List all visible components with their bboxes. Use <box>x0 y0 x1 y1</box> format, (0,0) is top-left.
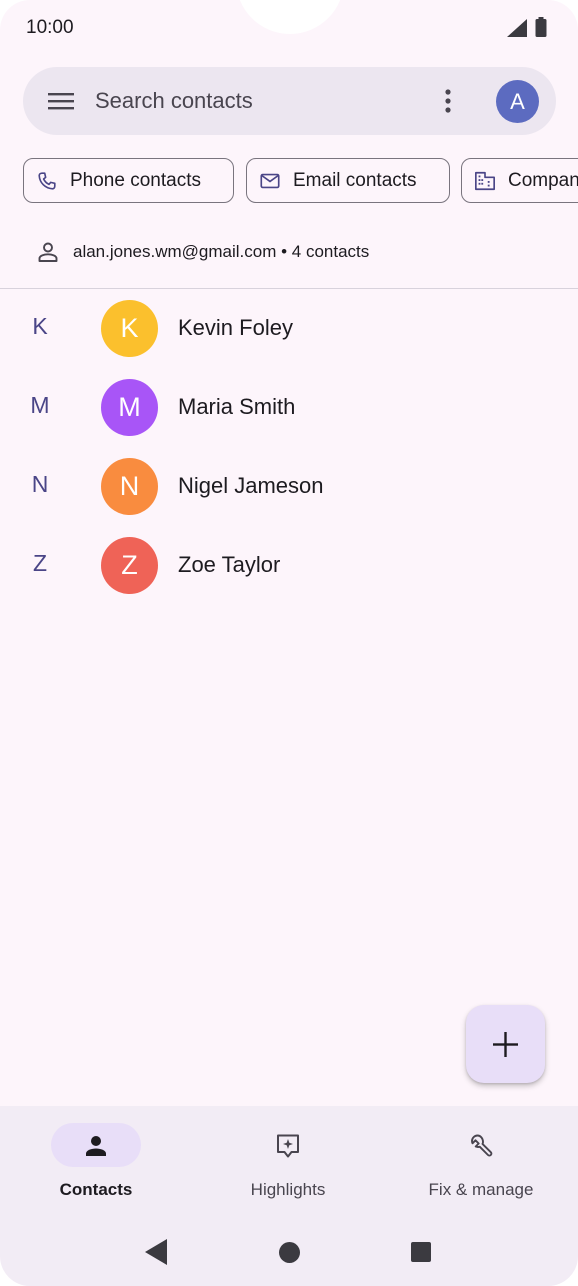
contact-name: Zoe Taylor <box>178 552 281 577</box>
plus-icon <box>493 1032 518 1057</box>
account-row[interactable]: alan.jones.wm@gmail.com • 4 contacts <box>0 230 578 274</box>
contact-avatar: M <box>101 379 158 436</box>
back-icon[interactable] <box>145 1239 167 1265</box>
contact-avatar: Z <box>101 537 158 594</box>
contact-row-zoe-taylor[interactable]: Z Z Zoe Taylor <box>0 534 578 613</box>
nav-label: Contacts <box>59 1180 133 1199</box>
wrench-icon <box>471 1134 493 1157</box>
status-bar: 10:00 <box>0 0 578 56</box>
business-icon <box>475 171 495 191</box>
nav-contacts[interactable]: Contacts <box>1 1123 191 1213</box>
contact-list: K K Kevin Foley M M Maria Smith N N Nige… <box>0 297 578 613</box>
home-icon[interactable] <box>279 1242 300 1263</box>
nav-fix-manage[interactable]: Fix & manage <box>386 1123 576 1213</box>
contact-name: Nigel Jameson <box>178 473 324 498</box>
section-letter: M <box>30 392 50 418</box>
account-summary: alan.jones.wm@gmail.com • 4 contacts <box>73 242 370 261</box>
nav-highlights[interactable]: Highlights <box>193 1123 383 1213</box>
phone-icon <box>38 172 56 190</box>
chip-label: Compan <box>508 170 578 191</box>
nav-label: Highlights <box>250 1180 326 1199</box>
search-input[interactable]: Search contacts <box>95 88 253 114</box>
contact-name: Kevin Foley <box>178 315 293 340</box>
contact-avatar: N <box>101 458 158 515</box>
divider <box>0 288 578 289</box>
chip-phone-contacts[interactable]: Phone contacts <box>23 158 234 203</box>
contact-name: Maria Smith <box>178 394 296 419</box>
chip-email-contacts[interactable]: Email contacts <box>246 158 450 203</box>
contacts-screen: 10:00 Search contacts A Phone contacts E… <box>0 0 578 1286</box>
camera-notch <box>236 0 344 34</box>
hamburger-menu-icon[interactable] <box>48 89 74 113</box>
contact-row-nigel-jameson[interactable]: N N Nigel Jameson <box>0 455 578 534</box>
filter-chip-row: Phone contacts Email contacts Compan <box>0 158 578 204</box>
section-letter: N <box>31 471 49 497</box>
system-navigation-bar <box>0 1226 578 1278</box>
add-contact-button[interactable] <box>466 1005 545 1083</box>
contact-row-kevin-foley[interactable]: K K Kevin Foley <box>0 297 578 376</box>
recents-icon[interactable] <box>411 1242 431 1262</box>
nav-label: Fix & manage <box>428 1180 534 1199</box>
section-letter: K <box>32 313 48 339</box>
more-vert-icon[interactable] <box>438 87 458 115</box>
mail-icon <box>260 173 280 189</box>
account-avatar[interactable]: A <box>496 80 539 123</box>
chip-label: Email contacts <box>293 170 417 191</box>
chip-label: Phone contacts <box>70 170 201 191</box>
battery-icon <box>535 17 547 37</box>
cell-signal-icon <box>507 19 527 37</box>
contact-avatar: K <box>101 300 158 357</box>
search-bar[interactable]: Search contacts A <box>23 67 556 135</box>
person-outline-icon <box>38 242 58 262</box>
highlights-icon <box>277 1134 299 1158</box>
section-letter: Z <box>32 550 48 576</box>
chip-company[interactable]: Compan <box>461 158 578 203</box>
person-icon <box>86 1136 106 1156</box>
contact-row-maria-smith[interactable]: M M Maria Smith <box>0 376 578 455</box>
status-time: 10:00 <box>26 17 74 38</box>
